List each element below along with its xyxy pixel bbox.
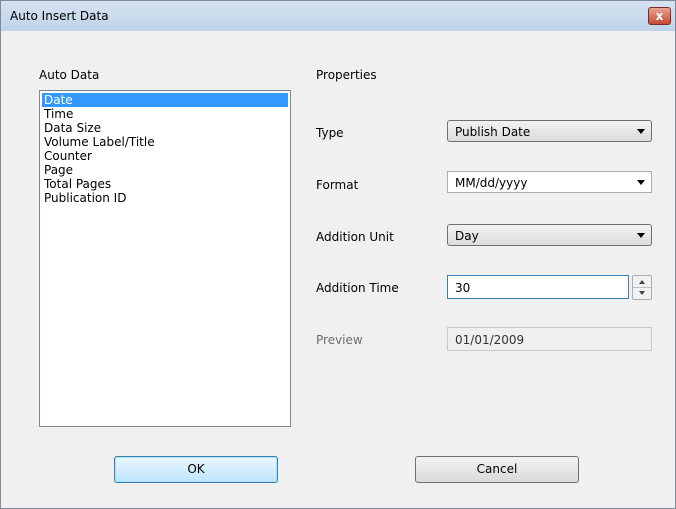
list-item-publication-id[interactable]: Publication ID <box>40 191 290 205</box>
spin-up-icon[interactable] <box>633 276 651 287</box>
auto-data-list[interactable]: Date Time Data Size Volume Label/Title C… <box>39 90 291 427</box>
addition-time-label: Addition Time <box>316 281 399 295</box>
type-dropdown[interactable]: Publish Date <box>447 120 652 142</box>
list-item-total-pages[interactable]: Total Pages <box>40 177 290 191</box>
spin-down-icon[interactable] <box>633 287 651 299</box>
dialog-title: Auto Insert Data <box>10 9 109 23</box>
close-button[interactable]: x <box>648 7 671 25</box>
properties-label: Properties <box>316 68 377 82</box>
ok-button[interactable]: OK <box>114 456 278 483</box>
format-combobox[interactable]: MM/dd/yyyy <box>447 171 652 193</box>
addition-unit-label: Addition Unit <box>316 230 394 244</box>
format-label: Format <box>316 178 359 192</box>
addition-time-input[interactable]: 30 <box>447 275 629 299</box>
addition-unit-value: Day <box>455 229 479 243</box>
addition-unit-dropdown[interactable]: Day <box>447 224 652 246</box>
chevron-down-icon <box>637 129 645 134</box>
list-item-volume-label-title[interactable]: Volume Label/Title <box>40 135 290 149</box>
type-label: Type <box>316 126 344 140</box>
preview-label: Preview <box>316 333 363 347</box>
chevron-down-icon[interactable] <box>637 180 645 185</box>
title-bar[interactable]: Auto Insert Data x <box>1 1 675 31</box>
type-value: Publish Date <box>455 125 531 139</box>
list-item-time[interactable]: Time <box>40 107 290 121</box>
list-item-data-size[interactable]: Data Size <box>40 121 290 135</box>
auto-data-label: Auto Data <box>39 68 100 82</box>
list-item-date[interactable]: Date <box>42 93 288 107</box>
dialog-window: Auto Insert Data x Auto Data Date Time D… <box>0 0 676 509</box>
list-item-page[interactable]: Page <box>40 163 290 177</box>
preview-value: 01/01/2009 <box>455 333 525 347</box>
cancel-button[interactable]: Cancel <box>415 456 579 483</box>
addition-time-spinner[interactable] <box>632 275 652 300</box>
list-item-counter[interactable]: Counter <box>40 149 290 163</box>
preview-field: 01/01/2009 <box>447 327 652 351</box>
close-icon: x <box>655 9 664 23</box>
chevron-down-icon <box>637 233 645 238</box>
addition-time-value: 30 <box>455 281 471 295</box>
format-value: MM/dd/yyyy <box>455 176 528 190</box>
